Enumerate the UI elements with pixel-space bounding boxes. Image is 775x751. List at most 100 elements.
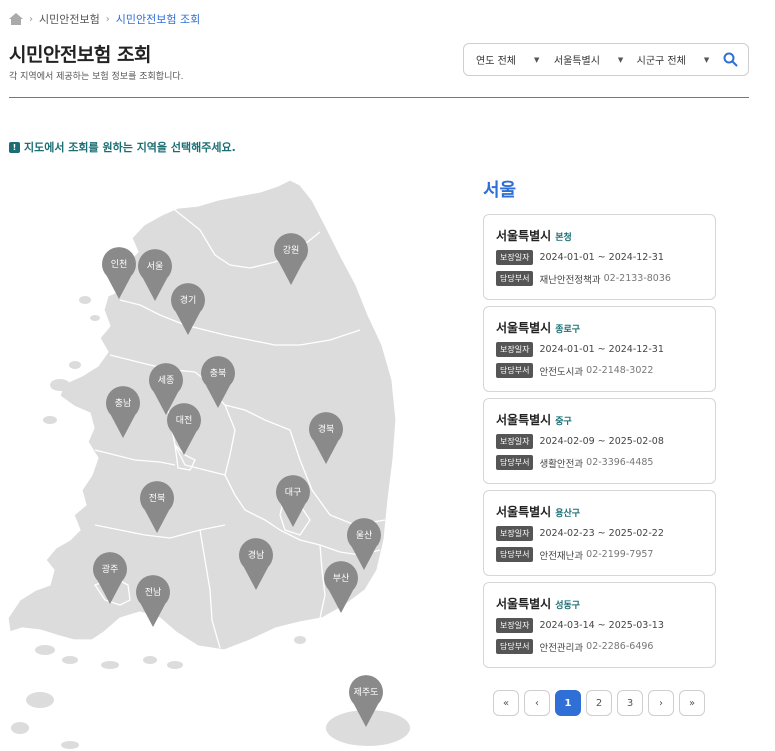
map-marker-label: 세종 (158, 375, 175, 386)
caret-down-icon: ▼ (617, 55, 624, 64)
coverage-period: 2024-02-09 ~ 2025-02-08 (539, 436, 664, 447)
header-divider (9, 97, 749, 98)
caret-down-icon: ▼ (533, 55, 540, 64)
search-button[interactable] (721, 50, 740, 70)
coverage-tag: 보장일자 (496, 250, 534, 265)
page-button-1[interactable]: 1 (555, 690, 581, 716)
map-marker-label: 충남 (115, 398, 132, 409)
card-title: 서울특별시 중구 (496, 411, 703, 428)
coverage-row: 보장일자 2024-02-23 ~ 2025-02-22 (496, 526, 703, 541)
card-district: 중구 (555, 417, 572, 427)
map-marker-label: 인천 (111, 259, 128, 270)
map-marker-label: 강원 (283, 245, 300, 256)
filter-bar: 연도 전체 ▼ 서울특별시 ▼ 시군구 전체 ▼ (463, 43, 749, 76)
coverage-tag: 보장일자 (496, 618, 534, 633)
card-title: 서울특별시 용산구 (496, 503, 703, 520)
page-subtitle: 각 지역에서 제공하는 보험 정보를 조회합니다. (9, 72, 184, 82)
map-marker-label: 제주도 (354, 687, 379, 698)
home-icon[interactable] (9, 13, 23, 25)
department-phone: 02-3396-4485 (586, 457, 654, 468)
card-city: 서울특별시 (496, 505, 552, 519)
insurance-card[interactable]: 서울특별시 성동구 보장일자 2024-03-14 ~ 2025-03-13 담… (483, 582, 716, 668)
card-city: 서울특별시 (496, 413, 552, 427)
map-marker-label: 서울 (147, 261, 164, 272)
coverage-period: 2024-01-01 ~ 2024-12-31 (539, 344, 664, 355)
page-button-3[interactable]: 3 (617, 690, 643, 716)
card-title: 서울특별시 본청 (496, 227, 703, 244)
department-name: 안전관리과 (539, 642, 584, 654)
insurance-card[interactable]: 서울특별시 본청 보장일자 2024-01-01 ~ 2024-12-31 담당… (483, 214, 716, 300)
caret-down-icon: ▼ (703, 55, 710, 64)
prev-page-button[interactable]: ‹ (524, 690, 550, 716)
card-title: 서울특별시 종로구 (496, 319, 703, 336)
breadcrumb-current: 시민안전보험 조회 (115, 13, 201, 26)
next-page-button[interactable]: › (648, 690, 674, 716)
coverage-row: 보장일자 2024-01-01 ~ 2024-12-31 (496, 342, 703, 357)
department-tag: 담당부서 (496, 271, 534, 286)
card-district: 본청 (555, 233, 572, 243)
page-title: 시민안전보험 조회 (9, 44, 151, 66)
department-row: 담당부서 재난안전정책과 02-2133-8036 (496, 271, 703, 286)
coverage-row: 보장일자 2024-02-09 ~ 2025-02-08 (496, 434, 703, 449)
department-tag: 담당부서 (496, 639, 534, 654)
breadcrumb-separator-icon: › (105, 13, 110, 25)
department-row: 담당부서 안전관리과 02-2286-6496 (496, 639, 703, 654)
breadcrumb-item[interactable]: 시민안전보험 (39, 11, 100, 27)
department-phone: 02-2286-6496 (586, 641, 654, 652)
coverage-row: 보장일자 2024-01-01 ~ 2024-12-31 (496, 250, 703, 265)
map-marker-label: 충북 (210, 368, 227, 379)
insurance-card-list: 서울특별시 본청 보장일자 2024-01-01 ~ 2024-12-31 담당… (483, 214, 716, 674)
year-select[interactable]: 연도 전체 ▼ (476, 52, 554, 68)
first-page-button[interactable]: « (493, 690, 519, 716)
last-page-button[interactable]: » (679, 690, 705, 716)
coverage-period: 2024-03-14 ~ 2025-03-13 (539, 620, 664, 631)
map-marker-label: 전북 (149, 493, 166, 504)
department-row: 담당부서 생활안전과 02-3396-4485 (496, 455, 703, 470)
department-name: 재난안전정책과 (539, 274, 601, 286)
coverage-period: 2024-01-01 ~ 2024-12-31 (539, 252, 664, 263)
map-marker-label: 대구 (285, 487, 302, 498)
department-tag: 담당부서 (496, 455, 534, 470)
coverage-tag: 보장일자 (496, 434, 534, 449)
notice-text: 지도에서 조회를 원하는 지역을 선택해주세요. (24, 141, 236, 154)
card-district: 성동구 (555, 601, 581, 611)
map-marker-label: 경기 (180, 294, 197, 306)
department-phone: 02-2133-8036 (603, 273, 671, 284)
department-tag: 담당부서 (496, 363, 534, 378)
map-marker-label: 광주 (102, 563, 119, 575)
city-select-value: 서울특별시 (553, 56, 600, 67)
map-marker-label: 경남 (248, 549, 265, 561)
map-marker-label: 대전 (176, 415, 193, 426)
coverage-tag: 보장일자 (496, 526, 534, 541)
department-name: 안전재난과 (539, 550, 584, 562)
coverage-period: 2024-02-23 ~ 2025-02-22 (539, 528, 664, 539)
card-city: 서울특별시 (496, 597, 552, 611)
card-district: 종로구 (555, 325, 581, 335)
map-marker-label: 울산 (356, 530, 373, 541)
region-title: 서울 (483, 180, 517, 201)
coverage-tag: 보장일자 (496, 342, 534, 357)
city-select[interactable]: 서울특별시 ▼ (553, 52, 637, 68)
department-row: 담당부서 안전도시과 02-2148-3022 (496, 363, 703, 378)
district-select-value: 시군구 전체 (636, 56, 686, 67)
department-name: 생활안전과 (539, 458, 584, 470)
card-city: 서울특별시 (496, 321, 552, 335)
breadcrumb-separator-icon: › (29, 13, 33, 25)
map-notice: ! 지도에서 조회를 원하는 지역을 선택해주세요. (9, 139, 236, 155)
department-phone: 02-2199-7957 (586, 549, 654, 560)
department-phone: 02-2148-3022 (586, 365, 654, 376)
breadcrumb: › 시민안전보험 › 시민안전보험 조회 (9, 11, 200, 27)
page-button-2[interactable]: 2 (586, 690, 612, 716)
map-marker-label: 전남 (145, 587, 162, 598)
alert-icon: ! (9, 141, 20, 153)
insurance-card[interactable]: 서울특별시 종로구 보장일자 2024-01-01 ~ 2024-12-31 담… (483, 306, 716, 392)
insurance-card[interactable]: 서울특별시 중구 보장일자 2024-02-09 ~ 2025-02-08 담당… (483, 398, 716, 484)
department-row: 담당부서 안전재난과 02-2199-7957 (496, 547, 703, 562)
district-select[interactable]: 시군구 전체 ▼ (636, 52, 715, 68)
coverage-row: 보장일자 2024-03-14 ~ 2025-03-13 (496, 618, 703, 633)
card-district: 용산구 (555, 509, 581, 519)
department-name: 안전도시과 (539, 366, 584, 378)
card-title: 서울특별시 성동구 (496, 595, 703, 612)
pagination: « ‹ 1 2 3 › » (493, 690, 710, 716)
insurance-card[interactable]: 서울특별시 용산구 보장일자 2024-02-23 ~ 2025-02-22 담… (483, 490, 716, 576)
